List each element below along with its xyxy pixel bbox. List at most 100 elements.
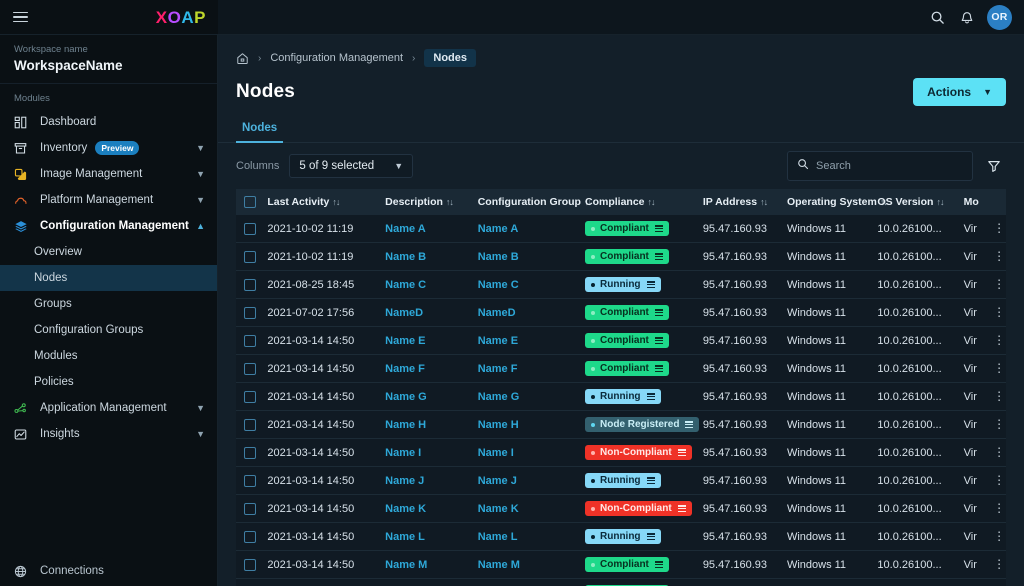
cell-configuration-group[interactable]: Name F (473, 354, 581, 384)
status-badge[interactable]: Non-Compliant (585, 501, 692, 517)
table-row[interactable]: 2021-03-14 14:50Name NName NCompliant95.… (236, 578, 1006, 586)
column-header-last-activity[interactable]: Last Activity ↑↓ (263, 189, 382, 216)
cell-configuration-group-link[interactable]: Name A (478, 223, 519, 235)
column-header-os-version[interactable]: OS Version ↑↓ (873, 189, 960, 216)
status-badge[interactable]: Compliant (585, 221, 669, 237)
kebab-menu-icon[interactable]: ⋮ (993, 557, 1005, 571)
row-checkbox[interactable] (243, 418, 256, 431)
sidebar-subitem-overview[interactable]: Overview (0, 239, 217, 265)
status-badge[interactable]: Running (585, 529, 661, 545)
table-row[interactable]: 2021-03-14 14:50 Name E Name E Compliant 95.… (236, 326, 1006, 356)
sidebar-item-dashboard[interactable]: Dashboard (0, 109, 217, 135)
cell-configuration-group-link[interactable]: Name B (478, 251, 519, 263)
cell-configuration-group[interactable]: NameD (473, 298, 581, 328)
cell-description-link[interactable]: NameD (385, 307, 423, 319)
kebab-menu-icon[interactable]: ⋮ (993, 333, 1005, 347)
column-header-configuration-group[interactable]: Configuration Group↑↓ (473, 189, 592, 216)
row-checkbox[interactable] (243, 530, 256, 543)
status-badge[interactable]: Compliant (585, 557, 669, 573)
row-checkbox[interactable] (243, 474, 256, 487)
search-box[interactable] (787, 151, 973, 181)
cell-description-link[interactable]: Name A (385, 223, 426, 235)
table-row[interactable]: 2021-03-14 14:50 Name I Name I Non-Complian… (236, 438, 1006, 468)
table-row[interactable]: 2021-03-14 14:50 Name G Name G Running 95.47… (236, 382, 1006, 412)
cell-description[interactable]: Name G (381, 382, 474, 412)
table-row[interactable]: 2021-03-14 14:50 Name L Name L Running 95.47… (236, 522, 1006, 552)
status-badge[interactable]: Running (585, 389, 661, 405)
table-row[interactable]: 2021-03-14 14:50 Name H Name H Node Registe… (236, 410, 1006, 440)
sidebar-subitem-nodes[interactable]: Nodes (0, 265, 217, 291)
cell-description[interactable]: Name N (381, 578, 474, 586)
home-icon[interactable] (236, 52, 249, 65)
cell-configuration-group[interactable]: Name J (473, 466, 581, 496)
sidebar-subitem-policies[interactable]: Policies (0, 369, 217, 395)
row-checkbox[interactable] (243, 278, 256, 291)
cell-configuration-group-link[interactable]: Name M (478, 559, 520, 571)
sidebar-item-application-management[interactable]: Application Management ▼ (0, 395, 217, 421)
table-row[interactable]: 2021-03-14 14:50 Name J Name J Running 95.47… (236, 466, 1006, 496)
cell-configuration-group-link[interactable]: Name G (478, 391, 520, 403)
table-row[interactable]: 2021-03-14 14:50 Name F Name F Compliant 95.… (236, 354, 1006, 384)
row-checkbox[interactable] (243, 502, 256, 515)
search-input[interactable] (816, 160, 963, 172)
cell-configuration-group[interactable]: Name A (473, 215, 581, 244)
breadcrumb-parent[interactable]: Configuration Management (270, 52, 403, 64)
cell-description[interactable]: Name H (381, 410, 474, 440)
sidebar-subitem-modules[interactable]: Modules (0, 343, 217, 369)
tab-nodes[interactable]: Nodes (236, 118, 284, 143)
table-row[interactable]: 2021-07-02 17:56 NameD NameD Compliant 95.47… (236, 298, 1006, 328)
cell-configuration-group[interactable]: Name K (473, 494, 581, 524)
cell-description[interactable]: Name J (381, 466, 474, 496)
cell-configuration-group-link[interactable]: Name H (478, 419, 519, 431)
sidebar-item-image-management[interactable]: Image Management ▼ (0, 161, 217, 187)
kebab-menu-icon[interactable]: ⋮ (993, 445, 1005, 459)
cell-configuration-group-link[interactable]: Name J (478, 475, 517, 487)
cell-configuration-group-link[interactable]: Name E (478, 335, 518, 347)
cell-configuration-group[interactable]: Name M (473, 550, 581, 580)
status-badge[interactable]: Node Registered (585, 417, 699, 433)
hamburger-icon[interactable] (10, 9, 31, 26)
cell-configuration-group[interactable]: Name E (473, 326, 581, 356)
cell-configuration-group-link[interactable]: Name L (478, 531, 518, 543)
cell-description[interactable]: Name A (381, 215, 474, 244)
table-row[interactable]: 2021-10-02 11:19 Name A Name A Compliant 95.… (236, 215, 1006, 244)
kebab-menu-icon[interactable]: ⋮ (993, 361, 1005, 375)
sidebar-item-configuration-management[interactable]: Configuration Management ▲ (0, 213, 217, 239)
column-header-operating-system[interactable]: Operating System↑↓ (782, 189, 888, 216)
avatar[interactable]: OR (987, 4, 1012, 30)
status-badge[interactable]: Running (585, 473, 661, 489)
column-header-description[interactable]: Description ↑↓ (381, 189, 474, 216)
row-checkbox[interactable] (243, 250, 256, 263)
kebab-menu-icon[interactable]: ⋮ (993, 389, 1005, 403)
cell-description[interactable]: Name M (381, 550, 474, 580)
cell-description-link[interactable]: Name B (385, 251, 426, 263)
cell-configuration-group-link[interactable]: Name C (478, 279, 519, 291)
cell-description[interactable]: Name L (381, 522, 474, 552)
filter-icon[interactable] (982, 154, 1006, 178)
cell-description[interactable]: Name C (381, 270, 474, 300)
actions-button[interactable]: Actions ▼ (913, 78, 1006, 106)
status-badge[interactable]: Compliant (585, 333, 669, 349)
cell-description-link[interactable]: Name M (385, 559, 427, 571)
cell-configuration-group-link[interactable]: Name K (478, 503, 519, 515)
columns-select[interactable]: 5 of 9 selected ▼ (289, 154, 414, 178)
kebab-menu-icon[interactable]: ⋮ (993, 249, 1005, 263)
table-row[interactable]: 2021-03-14 14:50 Name M Name M Compliant 95.… (236, 550, 1006, 580)
cell-configuration-group-link[interactable]: NameD (478, 307, 516, 319)
cell-configuration-group[interactable]: Name G (473, 382, 581, 412)
kebab-menu-icon[interactable]: ⋮ (993, 305, 1005, 319)
cell-description-link[interactable]: Name K (385, 503, 426, 515)
kebab-menu-icon[interactable]: ⋮ (993, 417, 1005, 431)
kebab-menu-icon[interactable]: ⋮ (993, 529, 1005, 543)
kebab-menu-icon[interactable]: ⋮ (993, 221, 1005, 235)
cell-configuration-group[interactable]: Name H (473, 410, 581, 440)
sidebar-item-connections[interactable]: Connections (0, 558, 217, 584)
cell-description-link[interactable]: Name J (385, 475, 424, 487)
bell-icon[interactable] (958, 9, 975, 26)
sidebar-item-inventory[interactable]: Inventory Preview ▼ (0, 135, 217, 161)
kebab-menu-icon[interactable]: ⋮ (993, 277, 1005, 291)
row-checkbox[interactable] (243, 558, 256, 571)
cell-description[interactable]: Name K (381, 494, 474, 524)
sidebar-subitem-groups[interactable]: Groups (0, 291, 217, 317)
status-badge[interactable]: Compliant (585, 305, 669, 321)
